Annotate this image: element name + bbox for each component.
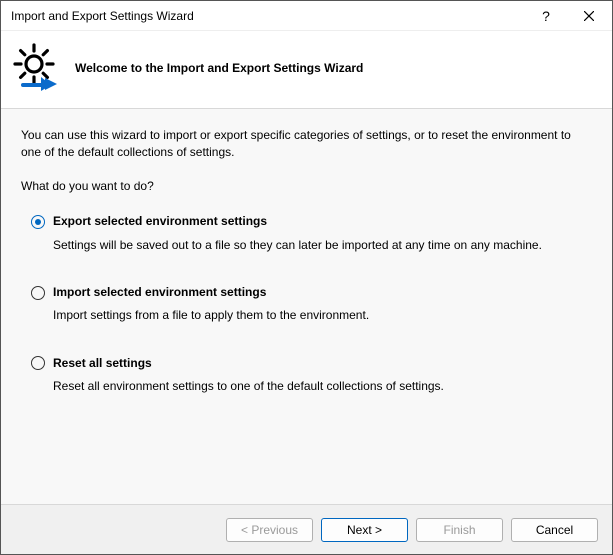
option-export: Export selected environment settings Set…	[31, 213, 592, 254]
options-group: Export selected environment settings Set…	[21, 213, 592, 395]
titlebar: Import and Export Settings Wizard ?	[1, 1, 612, 31]
wizard-content: You can use this wizard to import or exp…	[1, 109, 612, 504]
option-import: Import selected environment settings Imp…	[31, 284, 592, 325]
previous-button[interactable]: < Previous	[226, 518, 313, 542]
window-title: Import and Export Settings Wizard	[11, 9, 526, 23]
option-import-label: Import selected environment settings	[53, 284, 266, 301]
finish-button[interactable]: Finish	[416, 518, 503, 542]
option-reset-desc: Reset all environment settings to one of…	[53, 378, 592, 395]
help-button[interactable]: ?	[526, 1, 566, 31]
radio-export[interactable]	[31, 215, 45, 229]
option-import-row[interactable]: Import selected environment settings	[31, 284, 592, 301]
gear-arrow-icon	[11, 41, 61, 94]
wizard-title: Welcome to the Import and Export Setting…	[75, 61, 363, 75]
radio-import[interactable]	[31, 286, 45, 300]
close-icon	[584, 11, 594, 21]
next-button[interactable]: Next >	[321, 518, 408, 542]
cancel-button[interactable]: Cancel	[511, 518, 598, 542]
option-export-desc: Settings will be saved out to a file so …	[53, 237, 592, 254]
option-reset: Reset all settings Reset all environment…	[31, 355, 592, 396]
wizard-footer: < Previous Next > Finish Cancel	[1, 504, 612, 554]
wizard-header: Welcome to the Import and Export Setting…	[1, 31, 612, 109]
option-import-desc: Import settings from a file to apply the…	[53, 307, 592, 324]
intro-text: You can use this wizard to import or exp…	[21, 127, 592, 162]
option-export-row[interactable]: Export selected environment settings	[31, 213, 592, 230]
option-reset-label: Reset all settings	[53, 355, 152, 372]
option-export-label: Export selected environment settings	[53, 213, 267, 230]
close-button[interactable]	[566, 1, 612, 31]
prompt-text: What do you want to do?	[21, 178, 592, 195]
radio-reset[interactable]	[31, 356, 45, 370]
option-reset-row[interactable]: Reset all settings	[31, 355, 592, 372]
